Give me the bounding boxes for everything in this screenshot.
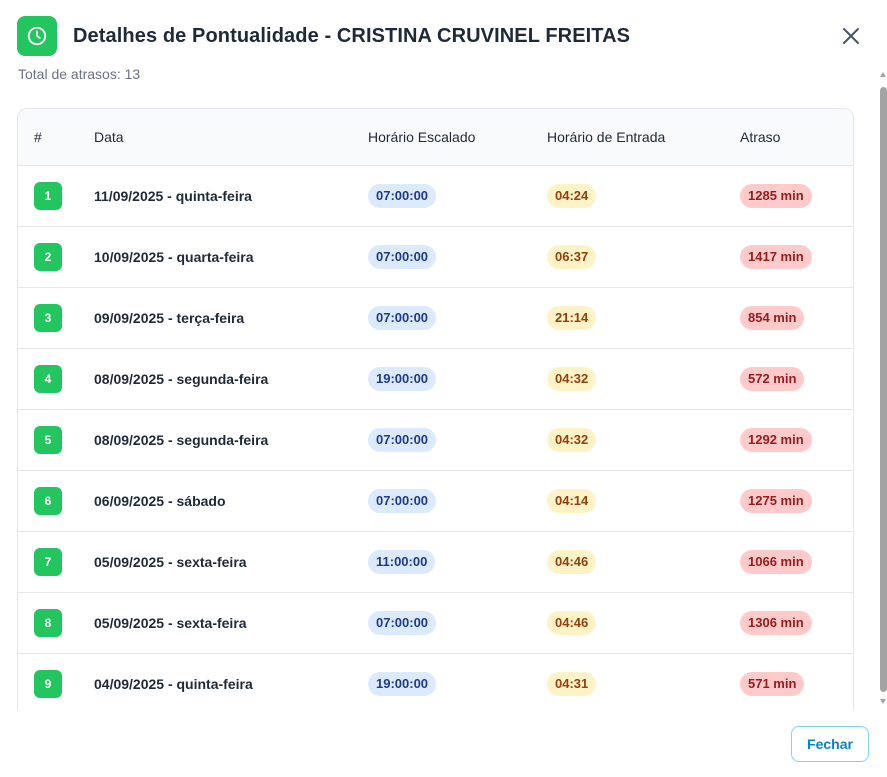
close-button[interactable] bbox=[839, 24, 863, 48]
row-date: 05/09/2025 - sexta-feira bbox=[94, 615, 247, 631]
dialog-header: Detalhes de Pontualidade - CRISTINA CRUV… bbox=[17, 16, 630, 56]
total-delays-text: Total de atrasos: 13 bbox=[18, 66, 141, 82]
scheduled-time-pill: 07:00:00 bbox=[368, 306, 437, 330]
delay-pill: 1275 min bbox=[740, 489, 812, 513]
scroll-thumb[interactable] bbox=[880, 87, 887, 692]
row-number-badge: 8 bbox=[34, 609, 62, 637]
table-row: 4 08/09/2025 - segunda-feira 19:00:00 04:32… bbox=[18, 349, 853, 410]
scheduled-time-pill: 19:00:00 bbox=[368, 672, 437, 696]
scheduled-time-pill: 07:00:00 bbox=[368, 489, 437, 513]
row-number-badge: 1 bbox=[34, 182, 62, 210]
row-number-badge: 5 bbox=[34, 426, 62, 454]
table-row: 3 09/09/2025 - terça-feira 07:00:00 21:14 85… bbox=[18, 288, 853, 349]
column-header-entry: Horário de Entrada bbox=[547, 129, 666, 145]
scheduled-time-pill: 11:00:00 bbox=[368, 550, 436, 574]
table-row: 1 11/09/2025 - quinta-feira 07:00:00 04:24 1… bbox=[18, 166, 853, 227]
table-row: 6 06/09/2025 - sábado 07:00:00 04:14 1275 mi… bbox=[18, 471, 853, 532]
row-date: 04/09/2025 - quinta-feira bbox=[94, 676, 253, 692]
row-date: 05/09/2025 - sexta-feira bbox=[94, 554, 247, 570]
column-header-date: Data bbox=[94, 129, 124, 145]
entry-time-pill: 04:32 bbox=[547, 428, 597, 452]
scroll-down-arrow-icon[interactable] bbox=[880, 699, 886, 704]
row-number-badge: 7 bbox=[34, 548, 62, 576]
table-row: 5 08/09/2025 - segunda-feira 07:00:00 04:32… bbox=[18, 410, 853, 471]
row-number-badge: 6 bbox=[34, 487, 62, 515]
close-icon bbox=[843, 28, 859, 44]
fechar-button[interactable]: Fechar bbox=[791, 726, 869, 762]
delay-pill: 1285 min bbox=[740, 184, 812, 208]
entry-time-pill: 04:32 bbox=[547, 367, 597, 391]
punctuality-dialog: Detalhes de Pontualidade - CRISTINA CRUV… bbox=[0, 0, 887, 777]
entry-time-pill: 04:14 bbox=[547, 489, 597, 513]
delays-table: # Data Horário Escalado Horário de Entra… bbox=[17, 108, 854, 710]
dialog-title: Detalhes de Pontualidade - CRISTINA CRUV… bbox=[73, 24, 631, 47]
delay-pill: 571 min bbox=[740, 672, 805, 696]
entry-time-pill: 06:37 bbox=[547, 245, 597, 269]
delay-pill: 1292 min bbox=[740, 428, 812, 452]
entry-time-pill: 21:14 bbox=[547, 306, 597, 330]
scrollbar[interactable] bbox=[879, 72, 887, 704]
row-date: 10/09/2025 - quarta-feira bbox=[94, 249, 254, 265]
row-number-badge: 3 bbox=[34, 304, 62, 332]
entry-time-pill: 04:46 bbox=[547, 611, 597, 635]
delay-pill: 572 min bbox=[740, 367, 805, 391]
column-header-delay: Atraso bbox=[740, 129, 781, 145]
row-number-badge: 4 bbox=[34, 365, 62, 393]
row-date: 06/09/2025 - sábado bbox=[94, 493, 226, 509]
scheduled-time-pill: 07:00:00 bbox=[368, 184, 437, 208]
row-number-badge: 9 bbox=[34, 670, 62, 698]
scheduled-time-pill: 07:00:00 bbox=[368, 428, 437, 452]
table-body: 1 11/09/2025 - quinta-feira 07:00:00 04:24 1… bbox=[18, 166, 853, 710]
entry-time-pill: 04:24 bbox=[547, 184, 597, 208]
scheduled-time-pill: 07:00:00 bbox=[368, 611, 437, 635]
delay-pill: 1306 min bbox=[740, 611, 812, 635]
row-date: 09/09/2025 - terça-feira bbox=[94, 310, 245, 326]
delay-pill: 1417 min bbox=[740, 245, 812, 269]
table-row: 2 10/09/2025 - quarta-feira 07:00:00 06:37 1… bbox=[18, 227, 853, 288]
delay-pill: 854 min bbox=[740, 306, 805, 330]
column-header-scheduled: Horário Escalado bbox=[368, 129, 476, 145]
entry-time-pill: 04:31 bbox=[547, 672, 597, 696]
table-row: 7 05/09/2025 - sexta-feira 11:00:00 04:46 10… bbox=[18, 532, 853, 593]
table-row: 8 05/09/2025 - sexta-feira 07:00:00 04:46 13… bbox=[18, 593, 853, 654]
column-header-number: # bbox=[34, 129, 42, 145]
scroll-up-arrow-icon[interactable] bbox=[880, 72, 886, 77]
entry-time-pill: 04:46 bbox=[547, 550, 597, 574]
clock-icon bbox=[17, 16, 57, 56]
scheduled-time-pill: 19:00:00 bbox=[368, 367, 437, 391]
row-date: 08/09/2025 - segunda-feira bbox=[94, 371, 269, 387]
table-row: 9 04/09/2025 - quinta-feira 19:00:00 04:31 5… bbox=[18, 654, 853, 710]
row-number-badge: 2 bbox=[34, 243, 62, 271]
delay-pill: 1066 min bbox=[740, 550, 812, 574]
table-header: # Data Horário Escalado Horário de Entra… bbox=[18, 109, 853, 166]
scheduled-time-pill: 07:00:00 bbox=[368, 245, 437, 269]
row-date: 08/09/2025 - segunda-feira bbox=[94, 432, 269, 448]
row-date: 11/09/2025 - quinta-feira bbox=[94, 188, 252, 204]
